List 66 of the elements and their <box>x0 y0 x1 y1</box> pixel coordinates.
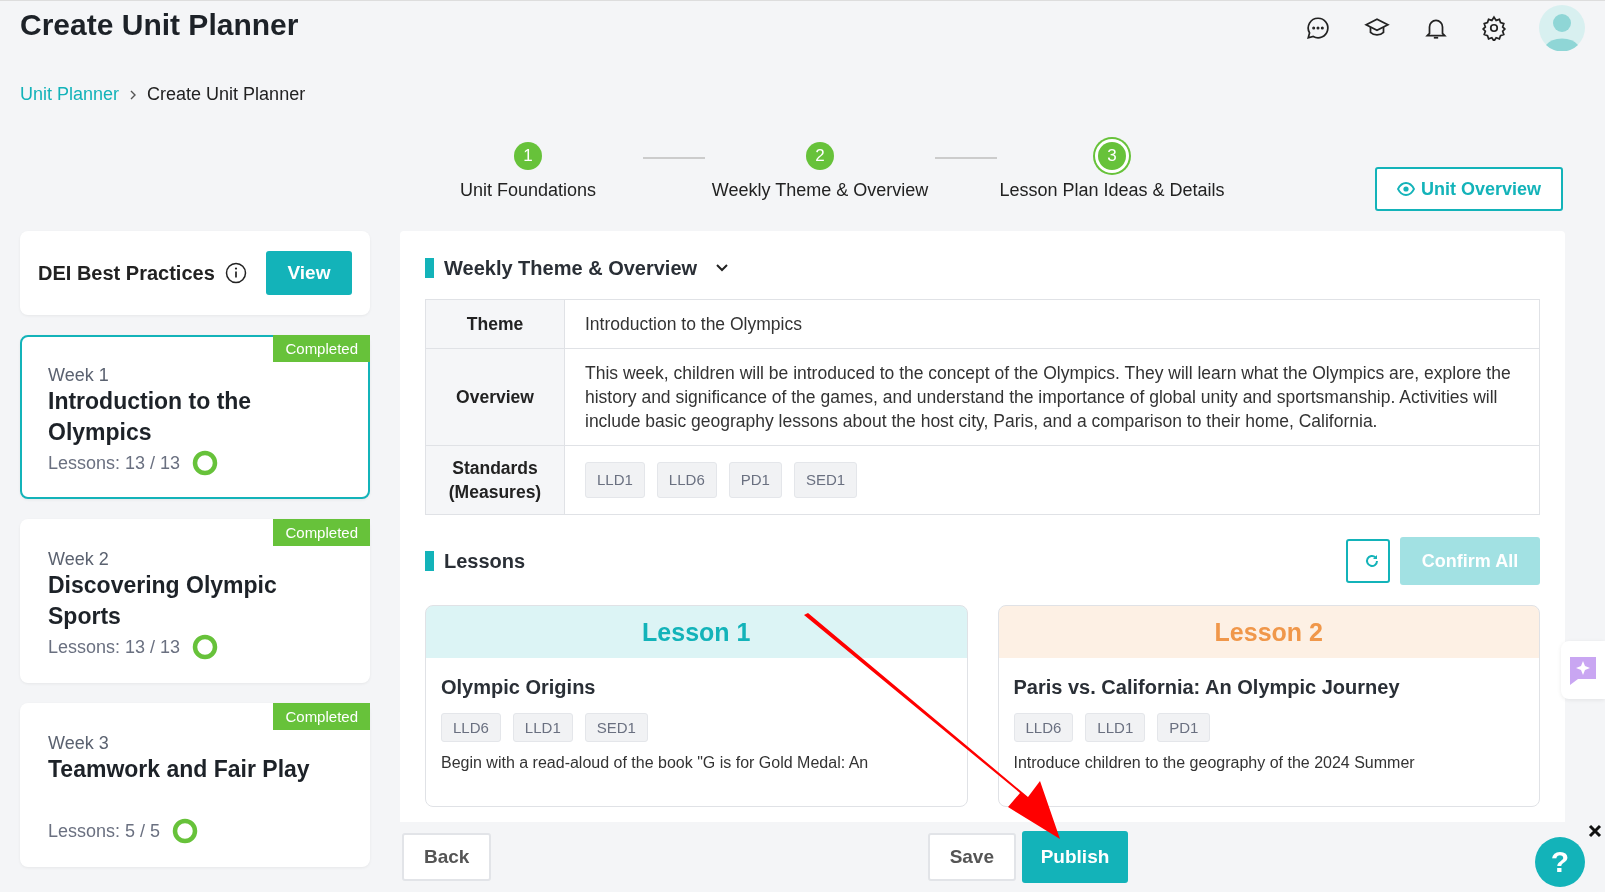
completed-badge: Completed <box>273 703 370 730</box>
close-icon[interactable] <box>1588 824 1602 838</box>
step-label[interactable]: Lesson Plan Ideas & Details <box>999 180 1225 201</box>
standard-tag: LLD1 <box>585 462 645 498</box>
standard-tag: LLD6 <box>1013 713 1074 742</box>
standard-tag: SED1 <box>584 713 648 742</box>
eye-icon <box>1396 182 1415 196</box>
week-card[interactable]: Completed Week 2 Discovering Olympic Sports Lessons: 13 / 13 <box>20 519 370 683</box>
lessons-count: Lessons: 13 / 13 <box>48 452 181 474</box>
chat-icon[interactable] <box>1305 15 1331 41</box>
lesson-title: Paris vs. California: An Olympic Journey <box>1013 676 1401 699</box>
lesson-description: Begin with a read-aloud of the book "G is for Gold Medal: An <box>441 754 870 772</box>
page-title: Create Unit Planner <box>20 8 299 42</box>
week-title: Discovering Olympic Sports <box>48 571 278 631</box>
standard-tag: LLD6 <box>656 462 717 498</box>
breadcrumb-link[interactable]: Unit Planner <box>20 84 120 105</box>
progress-ring-icon <box>192 450 219 476</box>
week-number: Week 3 <box>48 733 110 754</box>
standard-tag: PD1 <box>728 462 782 498</box>
standard-tag: LLD6 <box>441 713 501 742</box>
standard-tag: PD1 <box>1157 713 1211 742</box>
section-accent-bar <box>425 258 434 278</box>
row-label: Overview <box>425 348 565 446</box>
settings-icon[interactable] <box>1481 15 1507 41</box>
lesson-title: Olympic Origins <box>441 676 597 699</box>
step-number[interactable]: 1 <box>514 142 542 170</box>
completed-badge: Completed <box>273 335 370 362</box>
step-label[interactable]: Weekly Theme & Overview <box>711 180 929 201</box>
progress-ring-icon <box>172 818 199 844</box>
week-title: Teamwork and Fair Play <box>48 755 311 784</box>
standard-tag: SED1 <box>793 462 858 498</box>
chevron-right-icon <box>129 89 138 100</box>
row-label: Theme <box>425 299 565 349</box>
unit-overview-button[interactable]: Unit Overview <box>1374 167 1563 211</box>
info-icon[interactable] <box>224 262 247 284</box>
section-title: Lessons <box>444 549 526 573</box>
lesson-header: Lesson 1 <box>426 606 967 658</box>
standard-tag: LLD1 <box>1085 713 1146 742</box>
week-number: Week 2 <box>48 549 110 570</box>
week-card[interactable]: Completed Week 1 Introduction to the Olympics Lessons: 13 / 13 <box>20 335 370 499</box>
section-accent-bar <box>425 551 434 571</box>
week-title: Introduction to the Olympics <box>48 387 253 447</box>
refresh-button[interactable] <box>1346 539 1390 583</box>
breadcrumb-current: Create Unit Planner <box>147 84 306 105</box>
row-value: This week, children will be introduced to the concept of the Olympics. They will learn what the Olympics are, explore the history and significance of the games, and understand the importance of global unity and sportsmanship. Activities will include basic geography lessons about the host city, Paris, and a comparison to their home, California. <box>564 348 1540 446</box>
chevron-down-icon[interactable] <box>715 263 730 273</box>
row-label: Standards (Measures) <box>425 445 565 515</box>
view-button[interactable]: View <box>266 251 352 295</box>
lesson-description: Introduce children to the geography of the 2024 Summer <box>1013 754 1416 772</box>
standard-tag: LLD1 <box>512 713 573 742</box>
section-title: Weekly Theme & Overview <box>444 256 698 280</box>
lessons-count: Lessons: 5 / 5 <box>48 820 161 842</box>
lesson-header: Lesson 2 <box>998 606 1539 658</box>
step-label[interactable]: Unit Foundations <box>459 180 597 201</box>
week-card[interactable]: Completed Week 3 Teamwork and Fair Play Lessons: 5 / 5 <box>20 703 370 867</box>
row-value: Introduction to the Olympics <box>564 299 1540 349</box>
week-number: Week 1 <box>48 365 110 386</box>
publish-button[interactable]: Publish <box>1022 831 1128 883</box>
lessons-count: Lessons: 13 / 13 <box>48 636 181 658</box>
dei-label: DEI Best Practices <box>38 261 215 285</box>
save-button[interactable]: Save <box>927 833 1016 881</box>
refresh-icon <box>1364 553 1380 569</box>
step-number[interactable]: 2 <box>806 142 834 170</box>
progress-ring-icon <box>192 634 219 660</box>
completed-badge: Completed <box>273 519 370 546</box>
back-button[interactable]: Back <box>402 833 492 881</box>
